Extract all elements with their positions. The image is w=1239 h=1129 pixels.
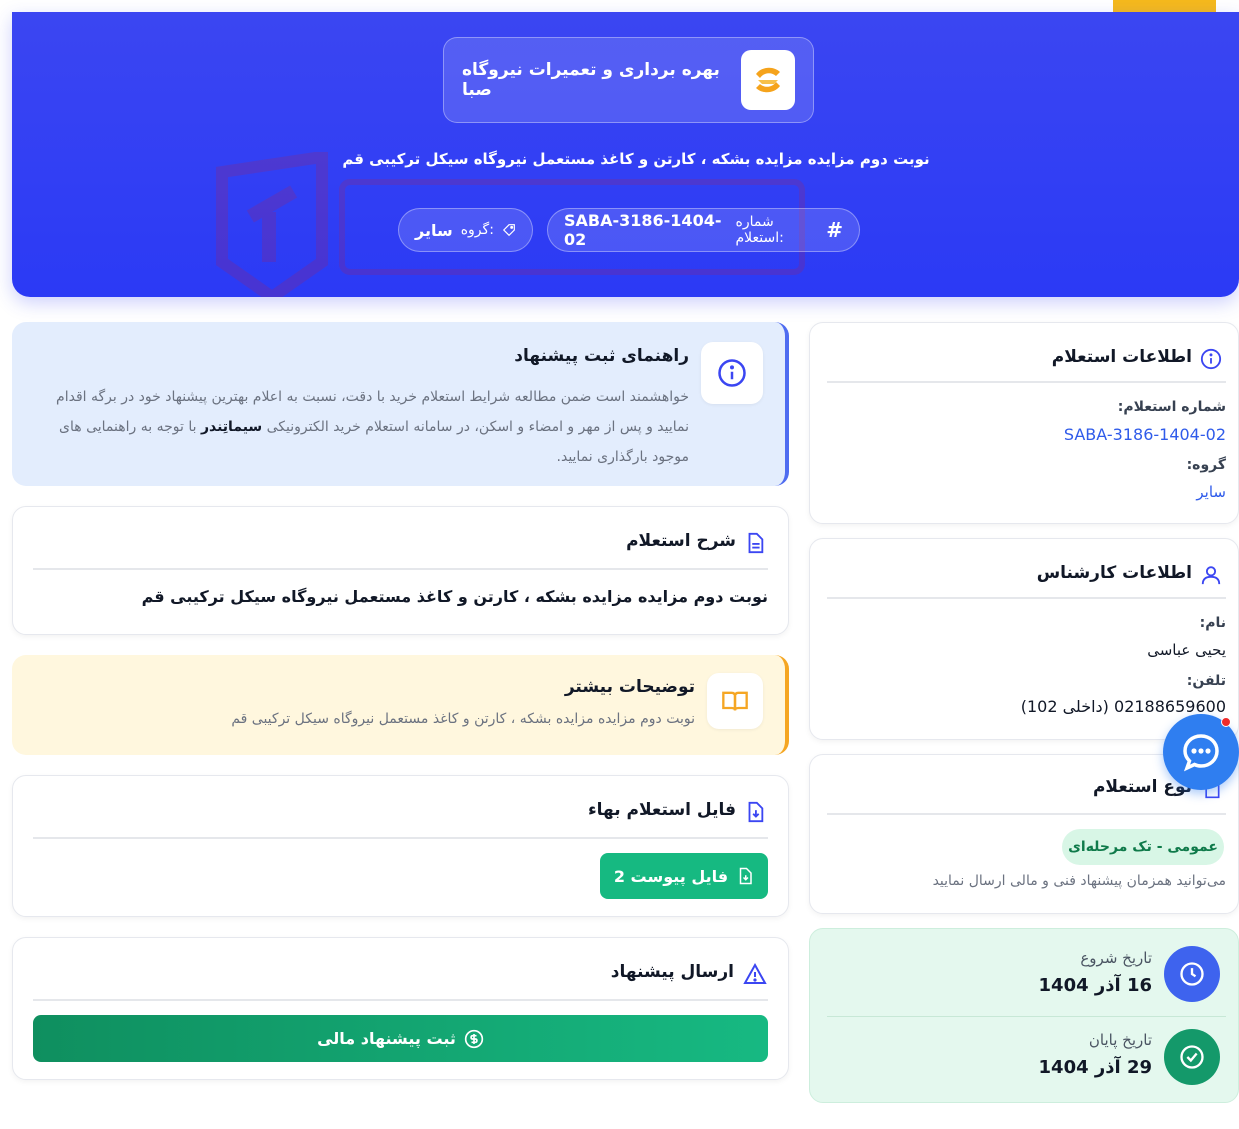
end-date-value: 29 آذر 1404 xyxy=(1038,1057,1152,1078)
expert-name-label: نام: xyxy=(1199,615,1226,631)
end-date-icon-circle xyxy=(1164,1029,1220,1085)
file-card: فایل استعلام بهاء 2 فایل پیوست xyxy=(12,775,789,917)
description-text: نوبت دوم مزایده مزایده بشکه ، کارتن و کا… xyxy=(141,587,768,606)
expert-phone-label: تلفن: xyxy=(1186,673,1226,689)
guide-text: خواهشمند است ضمن مطالعه شرایط استعلام خر… xyxy=(34,382,689,472)
file-attachment-icon xyxy=(739,867,752,885)
attachments-button-label: 2 فایل پیوست xyxy=(613,866,729,886)
description-divider xyxy=(33,568,768,570)
organization-card: بهره برداری و تعمیرات نیروگاه صبا xyxy=(443,37,814,123)
start-date-label: تاریخ شروع xyxy=(1080,949,1152,967)
submit-divider xyxy=(33,999,768,1001)
submit-title: ارسال پیشنهاد xyxy=(610,962,734,982)
dates-divider xyxy=(827,1016,1226,1017)
clock-icon xyxy=(1180,962,1204,986)
inquiry-info-divider xyxy=(827,381,1226,383)
organization-logo-icon xyxy=(740,50,795,110)
end-date-label: تاریخ پایان xyxy=(1088,1031,1152,1049)
expert-info-divider xyxy=(827,597,1226,599)
hero-title: نوبت دوم مزایده مزایده بشکه ، کارتن و کا… xyxy=(342,150,930,168)
inquiry-type-divider xyxy=(827,813,1226,815)
attachments-button[interactable]: 2 فایل پیوست xyxy=(600,853,768,899)
user-icon xyxy=(1201,566,1221,585)
guide-title: راهنمای ثبت پیشنهاد xyxy=(514,346,689,366)
inquiry-type-badge: عمومی - تک مرحله‌ای xyxy=(1062,829,1224,865)
hash-icon: # xyxy=(826,218,843,242)
more-details-text: نوبت دوم مزایده مزایده بشکه ، کارتن و کا… xyxy=(231,711,695,727)
group-label: گروه: xyxy=(460,222,494,238)
dates-card: تاریخ شروع 16 آذر 1404 تاریخ پایان 29 آذ… xyxy=(809,928,1239,1103)
expert-info-title: اطلاعات کارشناس xyxy=(1036,563,1192,583)
book-icon-box xyxy=(707,673,763,729)
file-divider xyxy=(33,837,768,839)
group-value: سایر xyxy=(415,220,453,240)
description-title: شرح استعلام xyxy=(626,531,736,551)
info-icon xyxy=(718,359,746,387)
submit-financial-offer-label: ثبت پیشنهاد مالی xyxy=(317,1029,456,1048)
group-field-value[interactable]: سایر xyxy=(1196,483,1226,501)
guide-card: راهنمای ثبت پیشنهاد خواهشمند است ضمن مطا… xyxy=(12,322,789,486)
inquiry-number-field-value[interactable]: SABA-3186-1404-02 xyxy=(1064,425,1226,444)
top-accent-tab[interactable] xyxy=(1113,0,1216,12)
info-circle-icon xyxy=(1200,348,1222,370)
start-date-value: 16 آذر 1404 xyxy=(1038,975,1152,996)
expert-phone-value[interactable]: 02188659600 (داخلی 102) xyxy=(1021,697,1226,716)
start-date-icon-circle xyxy=(1164,946,1220,1002)
inquiry-type-note: می‌توانید همزمان پیشنهاد فنی و مالی ارسا… xyxy=(932,873,1226,889)
chat-notification-dot xyxy=(1221,717,1231,727)
description-card: شرح استعلام نوبت دوم مزایده مزایده بشکه … xyxy=(12,506,789,635)
file-title: فایل استعلام بهاء xyxy=(587,800,736,820)
group-field-label: گروه: xyxy=(1186,457,1226,473)
top-bar xyxy=(0,0,1239,12)
book-icon xyxy=(722,691,748,711)
hero-banner: بهره برداری و تعمیرات نیروگاه صبا نوبت د… xyxy=(12,12,1239,297)
submit-card: ارسال پیشنهاد ثبت پیشنهاد مالی xyxy=(12,937,789,1080)
inquiry-number-label: شماره استعلام: xyxy=(735,214,784,246)
inquiry-number-field-label: شماره استعلام: xyxy=(1117,399,1226,415)
expert-name-value: یحیی عباسی xyxy=(1147,641,1226,659)
group-pill: گروه: سایر xyxy=(398,208,533,252)
file-download-icon xyxy=(748,801,764,823)
dollar-icon xyxy=(464,1029,484,1048)
document-icon xyxy=(748,532,764,554)
submit-financial-offer-button[interactable]: ثبت پیشنهاد مالی xyxy=(33,1015,768,1062)
tag-icon xyxy=(502,224,515,237)
info-icon-box xyxy=(701,342,763,404)
inquiry-info-card: اطلاعات استعلام شماره استعلام: SABA-3186… xyxy=(809,322,1239,524)
expert-info-card: اطلاعات کارشناس نام: یحیی عباسی تلفن: 02… xyxy=(809,538,1239,740)
inquiry-number-value: SABA-3186-1404-02 xyxy=(564,211,722,249)
inquiry-number-pill: # شماره استعلام: SABA-3186-1404-02 xyxy=(547,208,860,252)
chat-bubble-icon xyxy=(1183,734,1219,772)
guide-brand: سیماتِندر xyxy=(200,419,263,435)
check-circle-icon xyxy=(1180,1045,1204,1069)
warning-icon xyxy=(743,962,767,984)
organization-name: بهره برداری و تعمیرات نیروگاه صبا xyxy=(462,60,720,100)
more-details-title: توضیحات بیشتر xyxy=(564,677,695,697)
inquiry-info-title: اطلاعات استعلام xyxy=(1051,347,1192,367)
more-details-card: توضیحات بیشتر نوبت دوم مزایده مزایده بشک… xyxy=(12,655,789,755)
